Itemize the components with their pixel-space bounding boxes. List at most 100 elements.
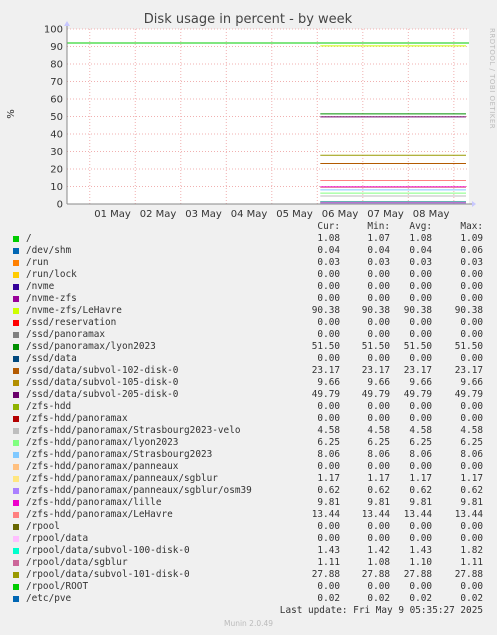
legend-series-name: /nvme-zfs — [26, 293, 77, 304]
legend-value: 0.00 — [460, 521, 483, 532]
legend-item: /rpool/data 0.00 0.00 0.00 0.00 — [0, 533, 497, 545]
legend-series-name: /rpool/data/sgblur — [26, 557, 128, 568]
legend-value: 1.82 — [460, 545, 483, 556]
legend-value: 4.58 — [460, 425, 483, 436]
x-tick-label: 08 May — [413, 209, 450, 220]
legend-item: /ssd/panoramax 0.00 0.00 0.00 0.00 — [0, 329, 497, 341]
legend-series-name: /rpool/data/subvol-101-disk-0 — [26, 569, 190, 580]
side-watermark: RRDTOOL / TOBI OETIKER — [488, 28, 496, 129]
y-tick-label: 40 — [50, 130, 63, 141]
legend-value: 0.00 — [460, 281, 483, 292]
legend-swatch — [13, 451, 19, 458]
legend-item: /1.08 1.07 1.08 1.09 — [0, 233, 497, 245]
legend-value: 51.50 — [454, 341, 483, 352]
legend-swatch — [13, 391, 19, 398]
legend-swatch — [13, 547, 19, 554]
legend-value: 0.03 — [460, 257, 483, 268]
legend-item: /ssd/reservation 0.00 0.00 0.00 0.00 — [0, 317, 497, 329]
legend-series-name: /zfs-hdd — [26, 401, 72, 412]
legend-swatch — [13, 355, 19, 362]
legend-series-name: /ssd/data/subvol-205-disk-0 — [26, 389, 179, 400]
legend-item: /run/lock 0.00 0.00 0.00 0.00 — [0, 269, 497, 281]
last-update: Last update: Fri May 9 05:35:27 2025 — [279, 605, 483, 616]
y-axis-arrow — [64, 21, 70, 26]
legend-item: /ssd/data 0.00 0.00 0.00 0.00 — [0, 353, 497, 365]
y-axis-label: % — [6, 109, 17, 119]
y-tick-label: 50 — [50, 112, 63, 123]
legend-swatch — [13, 343, 19, 350]
legend-swatch — [13, 271, 19, 278]
legend-swatch — [13, 259, 19, 266]
legend-swatch — [13, 427, 19, 434]
legend-swatch — [13, 331, 19, 338]
legend-value: 0.00 — [460, 353, 483, 364]
legend-series-name: /zfs-hdd/panoramax/panneaux — [26, 461, 179, 472]
legend-item: /zfs-hdd/panoramax/lyon2023 6.25 6.25 6.25 6… — [0, 437, 497, 449]
x-tick-label: 04 May — [231, 209, 268, 220]
legend-value: 1.11 — [460, 557, 483, 568]
legend-swatch — [13, 523, 19, 530]
x-tick-label: 02 May — [140, 209, 177, 220]
legend-series-name: /rpool — [26, 521, 60, 532]
legend-item: /rpool/data/subvol-101-disk-0 27.88 27.88 2… — [0, 569, 497, 581]
x-tick-label: 05 May — [276, 209, 313, 220]
legend-series-name: /dev/shm — [26, 245, 72, 256]
legend-value: 1.09 — [460, 233, 483, 244]
legend-value: 0.00 — [460, 581, 483, 592]
legend-item: /ssd/data/subvol-205-disk-0 49.79 49.79 49.… — [0, 389, 497, 401]
legend-value: 90.38 — [454, 305, 483, 316]
legend-item: /ssd/data/subvol-105-disk-0 9.66 9.66 9.66 9… — [0, 377, 497, 389]
legend-series-name: /etc/pve — [26, 593, 72, 604]
x-axis-arrow — [472, 201, 476, 207]
legend-value: 23.17 — [454, 365, 483, 376]
legend-series-name: /nvme-zfs/LeHavre — [26, 305, 122, 316]
munin-version: Munin 2.0.49 — [223, 619, 274, 628]
legend-value: 9.81 — [460, 497, 483, 508]
legend-swatch — [13, 367, 19, 374]
legend-swatch — [13, 583, 19, 590]
x-tick-label: 01 May — [94, 209, 131, 220]
y-tick-label: 100 — [44, 25, 63, 36]
legend-swatch — [13, 307, 19, 314]
legend-item: /zfs-hdd/panoramax/panneaux/sgblur 1.17 1.… — [0, 473, 497, 485]
legend-item: /zfs-hdd/panoramax/Strasbourg2023 8.06 8.0… — [0, 449, 497, 461]
x-tick-label: 07 May — [367, 209, 404, 220]
y-tick-label: 70 — [50, 77, 63, 88]
legend-series-name: /ssd/panoramax — [26, 329, 106, 340]
legend-series-name: /zfs-hdd/panoramax/Strasbourg2023 — [26, 449, 213, 460]
x-tick-label: 03 May — [185, 209, 222, 220]
legend-value: 9.66 — [460, 377, 483, 388]
legend-swatch — [13, 571, 19, 578]
legend-swatch — [13, 379, 19, 386]
legend-item: /rpool/data/subvol-100-disk-0 1.43 1.42 1.4… — [0, 545, 497, 557]
legend-item: /zfs-hdd/panoramax/panneaux 0.00 0.00 0.00 0… — [0, 461, 497, 473]
legend-series-name: /ssd/reservation — [26, 317, 117, 328]
legend-item: /etc/pve 0.02 0.02 0.02 0.02 — [0, 593, 497, 605]
chart-title: Disk usage in percent - by week — [144, 12, 353, 27]
legend-series-name: /zfs-hdd/panoramax/panneaux/sgblur — [26, 473, 218, 484]
legend-item: /nvme-zfs 0.00 0.00 0.00 0.00 — [0, 293, 497, 305]
legend-swatch — [13, 463, 19, 470]
legend-series-name: /rpool/data/subvol-100-disk-0 — [26, 545, 190, 556]
legend-item: /rpool/ROOT 0.00 0.00 0.00 0.00 — [0, 581, 497, 593]
legend-header: Cur: Min: Avg: Max: — [0, 221, 497, 233]
chart-area: Disk usage in percent - by week RRDTOOL … — [6, 12, 496, 220]
legend-value: 0.00 — [460, 293, 483, 304]
legend-series-name: /zfs-hdd/panoramax/panneaux/sgblur/osm39 — [26, 485, 252, 496]
legend-value: 0.00 — [460, 401, 483, 412]
legend-swatch — [13, 559, 19, 566]
legend-item: /rpool/data/sgblur 1.11 1.08 1.10 1.11 — [0, 557, 497, 569]
legend-series-name: /run/lock — [26, 269, 77, 280]
legend-swatch — [13, 595, 19, 602]
legend-item: /nvme 0.00 0.00 0.00 0.00 — [0, 281, 497, 293]
legend-series-name: /zfs-hdd/panoramax/LeHavre — [26, 509, 173, 520]
legend-item: /nvme-zfs/LeHavre 90.38 90.38 90.38 90.38 — [0, 305, 497, 317]
y-tick-label: 80 — [50, 60, 63, 71]
legend-item: /zfs-hdd/panoramax/lille 9.81 9.81 9.81 9.81 — [0, 497, 497, 509]
legend-series-name: / — [26, 233, 32, 244]
legend-item: /run 0.03 0.03 0.03 0.03 — [0, 257, 497, 269]
legend-swatch — [13, 487, 19, 494]
legend-swatch — [13, 499, 19, 506]
legend-value: 0.62 — [460, 485, 483, 496]
legend-swatch — [13, 247, 19, 254]
